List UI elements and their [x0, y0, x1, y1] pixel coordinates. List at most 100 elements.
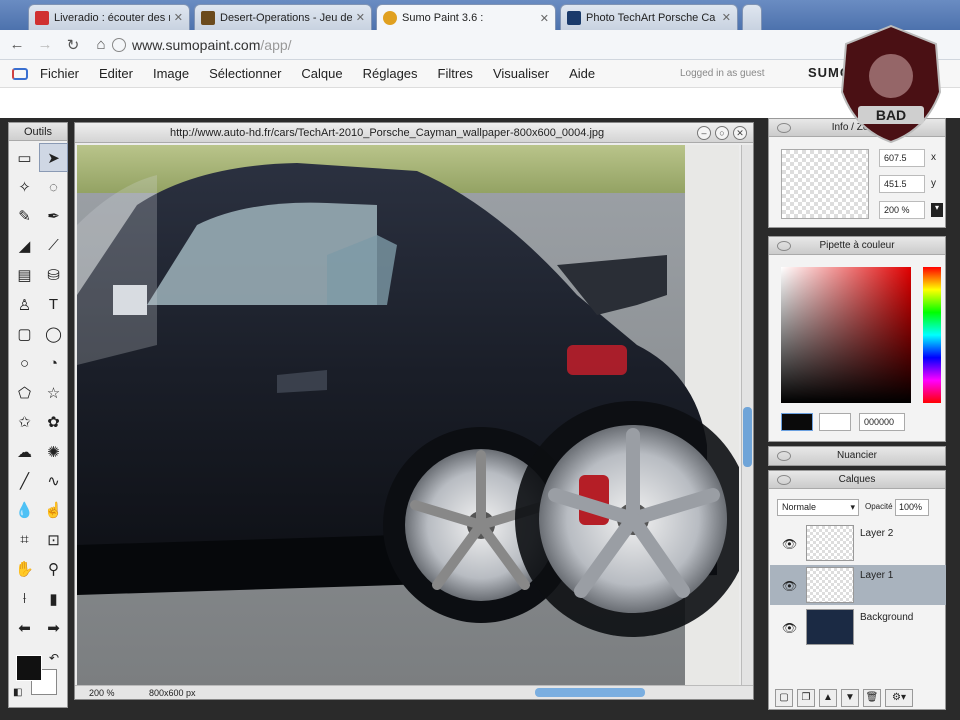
- layers-panel-header[interactable]: Calques: [769, 471, 945, 489]
- close-icon[interactable]: ✕: [174, 11, 183, 24]
- browser-tab-sumopaint[interactable]: Sumo Paint 3.6 : ✕: [376, 4, 556, 31]
- car-photo-image: [77, 145, 739, 685]
- star-tool-icon[interactable]: ☆: [39, 378, 68, 407]
- layer-visibility-eye-icon[interactable]: 👁: [782, 579, 797, 593]
- move-tool-icon[interactable]: ➤: [39, 143, 68, 173]
- swap-colors-icon[interactable]: ↶: [49, 651, 59, 665]
- blend-mode-select[interactable]: Normale: [777, 499, 859, 516]
- lasso-tool-icon[interactable]: ◌: [39, 172, 68, 201]
- vertical-scrollbar[interactable]: [741, 145, 753, 685]
- pencil-tool-icon[interactable]: ✎: [10, 202, 39, 231]
- home-icon[interactable]: ⌂: [90, 34, 112, 56]
- finger-tool-icon[interactable]: ☝: [39, 496, 68, 525]
- delete-layer-icon[interactable]: 🗑: [863, 689, 881, 707]
- ellipse-tool-icon[interactable]: ○: [10, 349, 39, 378]
- menu-image[interactable]: Image: [153, 66, 189, 81]
- new-layer-icon[interactable]: ▢: [775, 689, 793, 707]
- layer-actions-toolbar: ▢ ❐ ▲ ▼ 🗑 ⚙▾: [775, 689, 913, 707]
- menu-selectionner[interactable]: Sélectionner: [209, 66, 281, 81]
- horizontal-scroll-thumb[interactable]: [535, 688, 645, 697]
- layer-row-layer-1[interactable]: 👁 Layer 1: [770, 565, 946, 605]
- undo-arrow-icon[interactable]: ⬅: [10, 613, 39, 642]
- navigator-thumbnail[interactable]: [781, 149, 869, 219]
- brush-tool-icon[interactable]: ✒: [39, 202, 68, 231]
- menu-aide[interactable]: Aide: [569, 66, 595, 81]
- new-tab-button[interactable]: [742, 4, 762, 30]
- swatches-panel-header[interactable]: Nuancier: [769, 447, 945, 465]
- image-canvas[interactable]: [77, 145, 739, 685]
- layer-visibility-eye-icon[interactable]: 👁: [782, 537, 797, 551]
- color-picker-tool-icon[interactable]: ▮: [39, 584, 68, 613]
- zoom-tool-icon[interactable]: ⚲: [39, 554, 68, 583]
- eyedropper-tool-icon[interactable]: ⟊: [10, 584, 39, 613]
- fill-tool-icon[interactable]: ⛁: [39, 261, 68, 290]
- back-arrow-icon[interactable]: ←: [6, 34, 28, 56]
- gradient-tool-icon[interactable]: ▤: [10, 261, 39, 290]
- current-color-swatch[interactable]: [781, 413, 813, 431]
- foreground-color-swatch[interactable]: [16, 655, 42, 681]
- hand-tool-icon[interactable]: ✋: [10, 554, 39, 583]
- collapse-eye-icon[interactable]: [777, 241, 791, 251]
- previous-color-swatch[interactable]: [819, 413, 851, 431]
- address-bar[interactable]: www.sumopaint.com/app/: [112, 34, 712, 56]
- burst-tool-icon[interactable]: ✺: [39, 437, 68, 466]
- swatches-panel-title: Nuancier: [836, 450, 878, 461]
- menu-filtres[interactable]: Filtres: [438, 66, 473, 81]
- transform-tool-icon[interactable]: ⊡: [39, 525, 68, 554]
- color-panel-title: Pipette à couleur: [819, 240, 895, 251]
- crop-tool-icon[interactable]: ⌗: [10, 525, 39, 554]
- close-icon[interactable]: ✕: [356, 11, 365, 24]
- browser-tab-desert-operations[interactable]: Desert-Operations - Jeu de ✕: [194, 4, 372, 30]
- cloud-tool-icon[interactable]: ☁: [10, 437, 39, 466]
- reload-icon[interactable]: ↻: [62, 34, 84, 56]
- collapse-eye-icon[interactable]: [777, 451, 791, 461]
- flower-tool-icon[interactable]: ✿: [39, 408, 68, 437]
- layer-row-background[interactable]: 👁 Background: [770, 607, 946, 647]
- menu-calque[interactable]: Calque: [301, 66, 342, 81]
- minimize-icon[interactable]: –: [697, 126, 711, 140]
- close-window-icon[interactable]: ✕: [733, 126, 747, 140]
- maximize-icon[interactable]: ○: [715, 126, 729, 140]
- blur-tool-icon[interactable]: 💧: [10, 496, 39, 525]
- marquee-tool-icon[interactable]: ▭: [10, 143, 39, 172]
- layer-options-icon[interactable]: ⚙▾: [885, 689, 913, 707]
- opacity-input[interactable]: 100%: [895, 499, 929, 516]
- collapse-eye-icon[interactable]: [777, 475, 791, 485]
- layer-row-layer-2[interactable]: 👁 Layer 2: [770, 523, 946, 563]
- forward-arrow-icon[interactable]: →: [34, 34, 56, 56]
- browser-tab-liveradio[interactable]: Liveradio : écouter des radi ✕: [28, 4, 190, 30]
- redo-arrow-icon[interactable]: ➡: [39, 613, 68, 642]
- stamp-tool-icon[interactable]: ♙: [10, 290, 39, 319]
- magic-wand-tool-icon[interactable]: ✧: [10, 172, 39, 201]
- reset-colors-icon[interactable]: ◧: [13, 687, 22, 698]
- browser-tab-porsche-photo[interactable]: Photo TechArt Porsche Ca ✕: [560, 4, 738, 30]
- smudge-tool-icon[interactable]: ⟋: [39, 231, 68, 260]
- color-panel-header[interactable]: Pipette à couleur: [769, 237, 945, 255]
- zoom-dropdown-icon[interactable]: ▾: [931, 203, 943, 217]
- rounded-rect-tool-icon[interactable]: ◯: [39, 319, 68, 348]
- layer-visibility-eye-icon[interactable]: 👁: [782, 621, 797, 635]
- menu-visualiser[interactable]: Visualiser: [493, 66, 549, 81]
- move-layer-up-icon[interactable]: ▲: [819, 689, 837, 707]
- menu-editer[interactable]: Editer: [99, 66, 133, 81]
- zoom-field[interactable]: 200 %: [879, 201, 925, 219]
- eraser-tool-icon[interactable]: ◢: [10, 231, 39, 260]
- polygon-tool-icon[interactable]: ⬠: [10, 378, 39, 407]
- curve-tool-icon[interactable]: ∿: [39, 466, 68, 495]
- move-layer-down-icon[interactable]: ▼: [841, 689, 859, 707]
- pie-tool-icon[interactable]: ◔: [39, 349, 68, 378]
- vertical-scroll-thumb[interactable]: [743, 407, 752, 467]
- saturation-value-square[interactable]: [781, 267, 911, 403]
- close-icon[interactable]: ✕: [722, 11, 731, 24]
- collapse-eye-icon[interactable]: [777, 123, 791, 133]
- line-tool-icon[interactable]: ╱: [10, 466, 39, 495]
- menu-fichier[interactable]: Fichier: [40, 66, 79, 81]
- text-tool-icon[interactable]: T: [39, 290, 68, 319]
- star-outline-tool-icon[interactable]: ✩: [10, 408, 39, 437]
- rectangle-tool-icon[interactable]: ▢: [10, 319, 39, 348]
- close-icon[interactable]: ✕: [540, 12, 549, 25]
- hue-slider[interactable]: [923, 267, 941, 403]
- duplicate-layer-icon[interactable]: ❐: [797, 689, 815, 707]
- hex-color-input[interactable]: 000000: [859, 413, 905, 431]
- menu-reglages[interactable]: Réglages: [363, 66, 418, 81]
